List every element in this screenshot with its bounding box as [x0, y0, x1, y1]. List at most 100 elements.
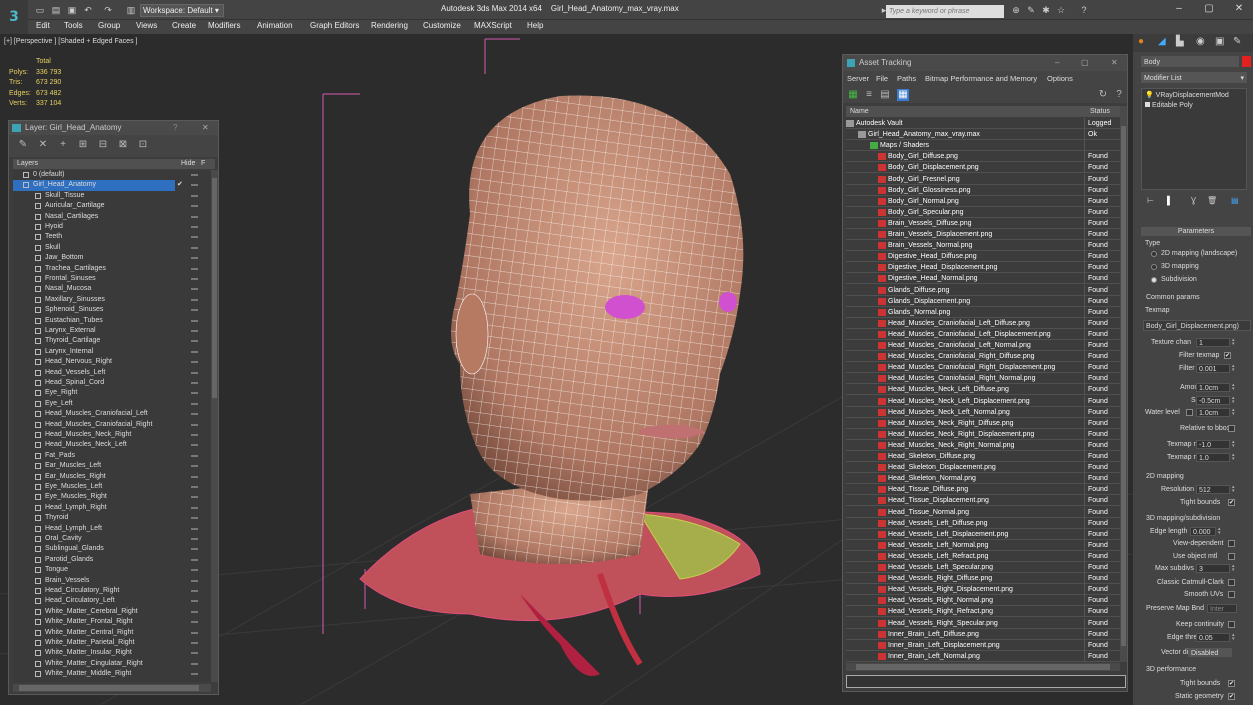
layer-row[interactable]: Head_Nervous_Right	[13, 357, 211, 367]
menu-graph-editors[interactable]: Graph Editors	[310, 21, 359, 30]
asset-panel-titlebar[interactable]: Asset Tracking – ▢ ✕	[843, 55, 1127, 71]
asset-row[interactable]: Head_Muscles_Neck_Right_Displacement.png…	[846, 428, 1120, 440]
layer-row[interactable]: Frontal_Sinuses	[13, 274, 211, 284]
tight-bounds-checkbox[interactable]: ✔	[1228, 499, 1235, 506]
refresh-icon[interactable]: ↻	[1097, 89, 1109, 101]
layer-row[interactable]: Eustachian_Tubes	[13, 316, 211, 326]
project-folder-icon[interactable]: ▥	[125, 4, 137, 16]
stack-item-editable-poly[interactable]: Editable Poly	[1145, 102, 1193, 109]
layer-row[interactable]: Sphenoid_Sinuses	[13, 305, 211, 315]
grid-view-icon[interactable]: ▦	[897, 89, 909, 101]
pin-stack-icon[interactable]: ⊢	[1147, 196, 1154, 205]
relative-bbox-checkbox[interactable]	[1228, 425, 1235, 432]
vault-icon[interactable]: ▦	[847, 89, 859, 101]
hierarchy-tab-icon[interactable]: ▙	[1176, 36, 1184, 47]
keep-continuity-checkbox[interactable]	[1228, 621, 1235, 628]
layer-row[interactable]: Hyoid	[13, 222, 211, 232]
favorites-icon[interactable]: ☆	[1055, 4, 1067, 16]
edge-length-input-spinner[interactable]: ▴ ▾	[1218, 527, 1223, 536]
asset-row[interactable]: Digestive_Head_Displacement.png Found	[846, 262, 1120, 274]
layer-row[interactable]: Head_Lymph_Left	[13, 524, 211, 534]
asset-row[interactable]: Brain_Vessels_Displacement.png Found	[846, 229, 1120, 241]
search-input[interactable]: Type a keyword or phrase	[886, 5, 1004, 18]
amount-input-spinner[interactable]: ▴ ▾	[1232, 383, 1237, 392]
asset-row[interactable]: Digestive_Head_Diffuse.png Found	[846, 251, 1120, 263]
asset-row[interactable]: Head_Vessels_Right_Specular.png Found	[846, 617, 1120, 629]
asset-row[interactable]: Digestive_Head_Normal.png Found	[846, 273, 1120, 285]
asset-close-icon[interactable]: ✕	[1111, 55, 1118, 71]
water-level-input-spinner[interactable]: ▴ ▾	[1232, 408, 1237, 417]
tight-bounds-3d-checkbox[interactable]: ✔	[1228, 680, 1235, 687]
hide-toggle[interactable]	[191, 434, 198, 436]
hide-toggle[interactable]	[191, 371, 198, 374]
asset-scroll-thumb[interactable]	[1121, 126, 1126, 646]
asset-row[interactable]: Glands_Displacement.png Found	[846, 295, 1120, 307]
new-file-icon[interactable]: ▭	[34, 4, 46, 16]
list-view-icon[interactable]: ≡	[863, 89, 875, 101]
layer-row[interactable]: Auricular_Cartilage	[13, 201, 211, 211]
layer-row[interactable]: Larynx_External	[13, 326, 211, 336]
hide-toggle[interactable]	[191, 194, 198, 197]
asset-row[interactable]: Body_Girl_Specular.png Found	[846, 206, 1120, 218]
filter-blur-input-spinner[interactable]: ▴ ▾	[1232, 364, 1237, 373]
maximize-button[interactable]: ▢	[1202, 3, 1216, 16]
layer-scroll-thumb[interactable]	[212, 178, 217, 398]
col-hide[interactable]: Hide	[181, 159, 195, 169]
water-level-checkbox[interactable]	[1186, 409, 1193, 416]
hide-toggle[interactable]	[191, 548, 198, 551]
hide-toggle[interactable]	[191, 454, 198, 457]
asset-row[interactable]: Head_Vessels_Left_Displacement.png Found	[846, 528, 1120, 540]
layer-row[interactable]: Brain_Vessels	[13, 576, 211, 586]
asset-row[interactable]: Head_Vessels_Left_Normal.png Found	[846, 539, 1120, 551]
layer-panel-titlebar[interactable]: Layer: Girl_Head_Anatomy ? ✕	[9, 121, 218, 135]
hide-toggle[interactable]	[191, 496, 198, 499]
asset-row[interactable]: Autodesk Vault Logged	[846, 118, 1120, 130]
asset-row[interactable]: Head_Muscles_Craniofacial_Right_Displace…	[846, 362, 1120, 374]
layer-row[interactable]: White_Matter_Parietal_Right	[13, 638, 211, 648]
layer-row[interactable]: Head_Circulatory_Left	[13, 596, 211, 606]
asset-help-icon[interactable]: ?	[1113, 89, 1125, 101]
hide-toggle[interactable]	[191, 610, 198, 613]
hide-toggle[interactable]	[191, 673, 198, 676]
asset-row[interactable]: Body_Girl_Glossiness.png Found	[846, 184, 1120, 196]
hide-toggle[interactable]	[191, 382, 198, 384]
hide-toggle[interactable]	[191, 444, 198, 447]
hide-toggle[interactable]	[191, 340, 198, 343]
add-to-layer-icon[interactable]: +	[57, 139, 69, 151]
edge-thresh-input-spinner[interactable]: ▴ ▾	[1232, 633, 1237, 642]
asset-hscrollbar[interactable]	[846, 663, 1120, 671]
make-unique-icon[interactable]: Ɣ	[1191, 196, 1196, 205]
radio-3d-mapping[interactable]	[1151, 264, 1157, 270]
asset-row[interactable]: Head_Muscles_Craniofacial_Left_Normal.pn…	[846, 340, 1120, 352]
layer-row[interactable]: White_Matter_Middle_Right	[13, 669, 211, 679]
view-dependent-checkbox[interactable]	[1228, 540, 1235, 547]
utilities-tab-icon[interactable]: ✎	[1233, 36, 1241, 47]
asset-row[interactable]: Head_Skeleton_Normal.png Found	[846, 473, 1120, 485]
asset-row[interactable]: Head_Tissue_Normal.png Found	[846, 506, 1120, 518]
hide-toggle[interactable]	[191, 226, 198, 228]
hide-toggle[interactable]	[191, 506, 198, 509]
asset-row[interactable]: Head_Muscles_Neck_Left_Displacement.png F…	[846, 395, 1120, 407]
parameters-rollout[interactable]: Parameters	[1141, 227, 1251, 236]
asset-row[interactable]: Head_Muscles_Craniofacial_Left_Displacem…	[846, 328, 1120, 340]
asset-row[interactable]: Head_Muscles_Neck_Right_Normal.png Found	[846, 439, 1120, 451]
layer-row[interactable]: Head_Muscles_Neck_Left	[13, 440, 211, 450]
layer-close-icon[interactable]: ✕	[202, 121, 209, 135]
asset-row[interactable]: Head_Skeleton_Diffuse.png Found	[846, 451, 1120, 463]
layer-row[interactable]: Ear_Muscles_Right	[13, 472, 211, 482]
asset-row[interactable]: Body_Girl_Normal.png Found	[846, 195, 1120, 207]
menu-modifiers[interactable]: Modifiers	[208, 21, 240, 30]
radio-2d-mapping[interactable]	[1151, 251, 1157, 257]
layer-row[interactable]: Thyroid	[13, 513, 211, 523]
motion-tab-icon[interactable]: ◉	[1196, 36, 1205, 47]
modifier-list-dropdown[interactable]: Modifier List ▾	[1141, 72, 1247, 83]
layer-hscroll-thumb[interactable]	[19, 685, 199, 691]
layer-row[interactable]: Eye_Muscles_Right	[13, 492, 211, 502]
max-subdivs-input[interactable]: 3	[1196, 564, 1230, 573]
menu-animation[interactable]: Animation	[257, 21, 293, 30]
col-name[interactable]: Name	[850, 106, 869, 117]
texture-chan-input-spinner[interactable]: ▴ ▾	[1232, 338, 1237, 347]
layer-row[interactable]: Oral_Cavity	[13, 534, 211, 544]
layer-row[interactable]: Head_Circulatory_Right	[13, 586, 211, 596]
layer-row[interactable]: Fat_Pads	[13, 451, 211, 461]
